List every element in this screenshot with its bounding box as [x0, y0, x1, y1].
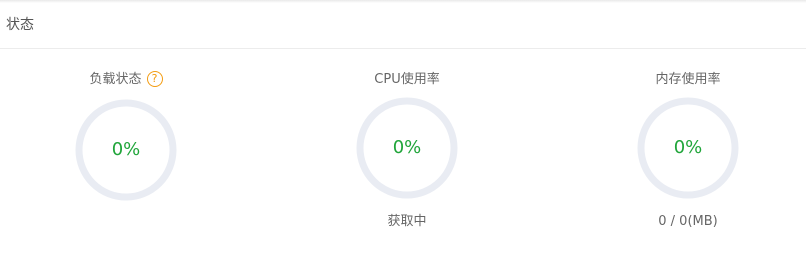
memory-usage-detail: 0 / 0(MB): [658, 214, 718, 229]
cpu-usage-label: CPU使用率: [374, 72, 440, 87]
cpu-usage-gauge: 0%: [356, 97, 458, 199]
load-status-gauge[interactable]: 0%: [75, 99, 177, 201]
cpu-usage-value: 0%: [392, 137, 422, 158]
memory-usage-gauge[interactable]: 0%: [637, 97, 739, 199]
panel-header: 状态: [0, 3, 806, 49]
metric-load-status: 负载状态? 0%: [26, 68, 226, 238]
panel-title: 状态: [6, 17, 34, 33]
memory-usage-value: 0%: [673, 137, 703, 158]
metric-memory-usage: 内存使用率 0% 0 / 0(MB): [588, 68, 788, 238]
load-status-value: 0%: [111, 139, 141, 160]
question-circle-icon[interactable]: ?: [146, 71, 163, 87]
metric-cpu-usage: CPU使用率 0% 获取中: [307, 68, 507, 238]
memory-usage-label: 内存使用率: [655, 72, 721, 87]
cpu-usage-detail: 获取中: [387, 214, 427, 229]
metric-label-row: 负载状态?: [26, 71, 226, 89]
load-status-label: 负载状态: [89, 72, 142, 87]
